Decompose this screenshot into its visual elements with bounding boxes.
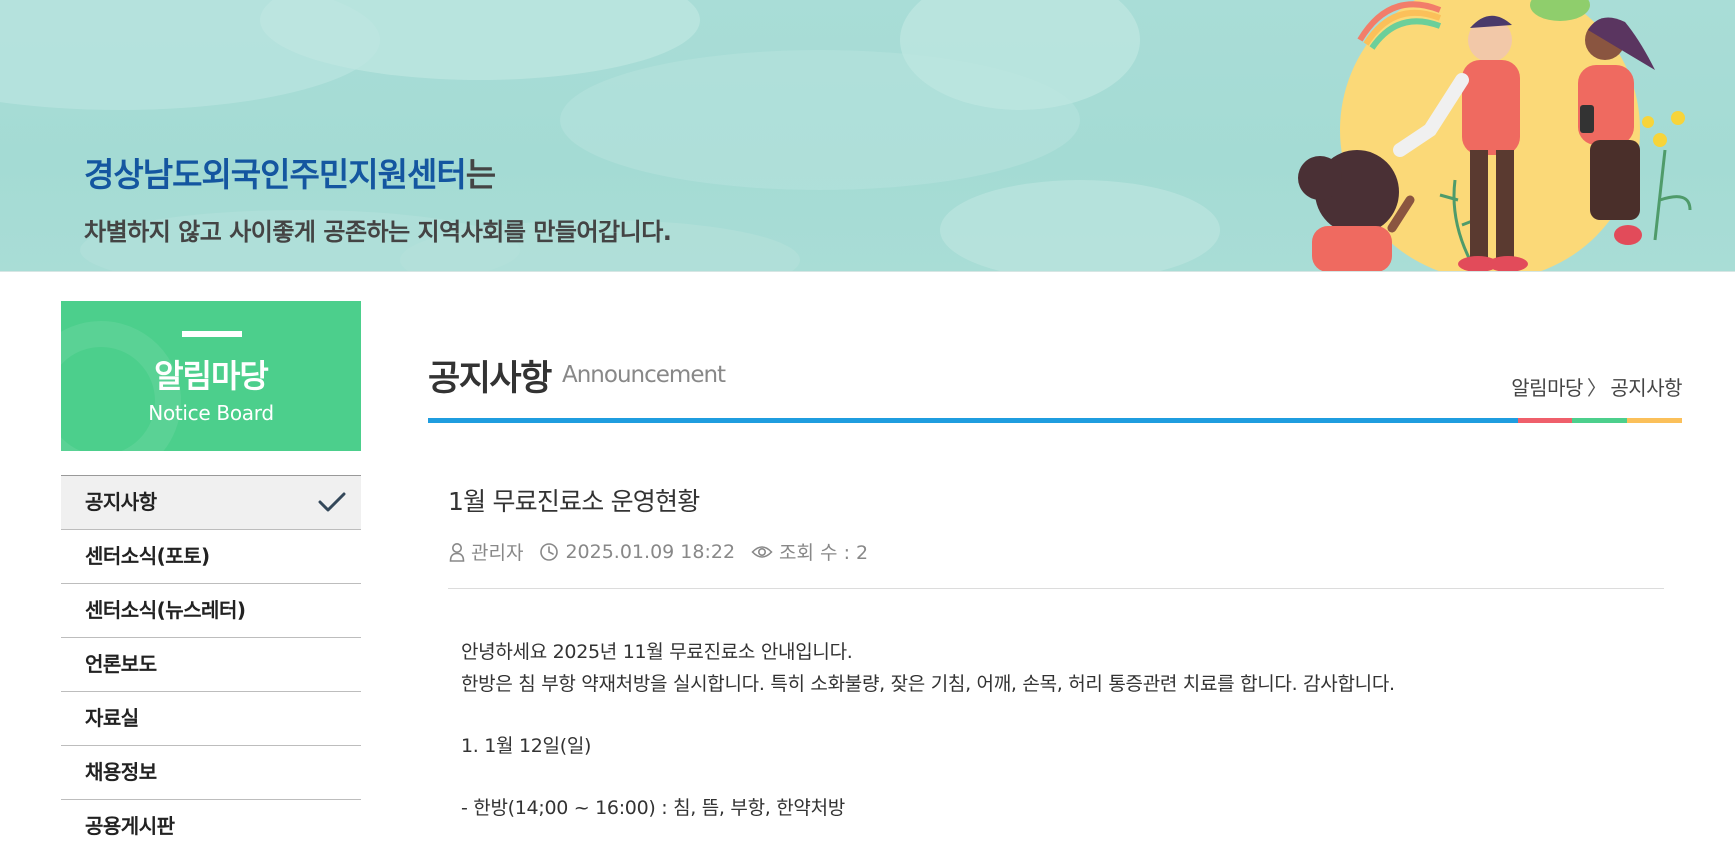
- sidebar-subtitle: Notice Board: [148, 401, 274, 425]
- page-title: 공지사항: [428, 359, 552, 399]
- title-underline-accent-yellow: [1627, 418, 1682, 423]
- sidebar-title: 알림마당: [154, 357, 269, 395]
- post-date-value: 2025.01.09 18:22: [565, 540, 736, 563]
- page-title-english: Announcement: [562, 362, 726, 388]
- sidebar-item-center-news-photo[interactable]: 센터소식(포토): [61, 529, 361, 583]
- breadcrumb-item-current[interactable]: 공지사항: [1610, 376, 1682, 400]
- post-views: 조회 수 : 2: [751, 538, 868, 565]
- eye-icon: [751, 545, 773, 558]
- sidebar-item-center-news-newsletter[interactable]: 센터소식(뉴스레터): [61, 583, 361, 637]
- sidebar-item-archive[interactable]: 자료실: [61, 691, 361, 745]
- post-body-line: 1. 1월 12일(일): [461, 735, 592, 757]
- banner-text: 경상남도외국인주민지원센터는 차별하지 않고 사이좋게 공존하는 지역사회를 만…: [84, 148, 672, 247]
- sidebar-header: 알림마당 Notice Board: [61, 301, 361, 451]
- post-date: 2025.01.09 18:22: [539, 541, 735, 563]
- post-meta: 관리자 2025.01.09 18:22 조회 수 : 2: [449, 538, 884, 565]
- banner-org-name: 경상남도외국인주민지원센터: [84, 155, 467, 194]
- post-body-line: 한방은 침 부항 약재처방을 실시합니다. 특히 소화불량, 잦은 기침, 어깨…: [461, 673, 1395, 695]
- sidebar-item-label: 채용정보: [85, 760, 157, 784]
- user-icon: [449, 542, 465, 562]
- sidebar-item-notice[interactable]: 공지사항: [61, 475, 361, 529]
- post-body-line: - 한방(14;00 ~ 16:00) : 침, 뜸, 부항, 한약처방: [461, 797, 845, 819]
- post-body: 안녕하세요 2025년 11월 무료진료소 안내입니다. 한방은 침 부항 약재…: [461, 636, 1661, 824]
- sidebar-item-jobs[interactable]: 채용정보: [61, 745, 361, 799]
- post-views-value: 조회 수 : 2: [779, 542, 869, 564]
- sidebar-item-label: 공용게시판: [85, 814, 175, 838]
- check-icon: [318, 492, 346, 512]
- post-author: 관리자: [449, 538, 523, 565]
- sidebar-item-public-board[interactable]: 공용게시판: [61, 799, 361, 841]
- top-banner: 경상남도외국인주민지원센터는 차별하지 않고 사이좋게 공존하는 지역사회를 만…: [0, 0, 1735, 272]
- banner-org-suffix: 는: [465, 155, 496, 194]
- clock-icon: [540, 542, 559, 561]
- sidebar-item-label: 공지사항: [85, 490, 157, 514]
- post-divider: [448, 588, 1664, 589]
- sidebar-item-label: 언론보도: [85, 652, 157, 676]
- sidebar-menu: 공지사항 센터소식(포토) 센터소식(뉴스레터) 언론보도 자료실 채용정보 공…: [61, 475, 361, 841]
- breadcrumb: 알림마당 〉 공지사항: [1511, 372, 1682, 401]
- sidebar-item-label: 센터소식(포토): [85, 544, 210, 568]
- breadcrumb-item-notice-board[interactable]: 알림마당: [1511, 376, 1583, 400]
- sidebar-item-label: 자료실: [85, 706, 139, 730]
- sidebar-header-bar: [182, 331, 242, 337]
- post-body-line: 안녕하세요 2025년 11월 무료진료소 안내입니다.: [461, 641, 853, 663]
- banner-headline: 경상남도외국인주민지원센터는: [84, 148, 671, 196]
- title-underline-accent-red: [1518, 418, 1572, 423]
- banner-tagline: 차별하지 않고 사이좋게 공존하는 지역사회를 만들어갑니다.: [84, 218, 672, 246]
- post-body-blank-line: [461, 700, 1661, 730]
- post-author-name: 관리자: [471, 542, 524, 564]
- breadcrumb-separator-icon: 〉: [1586, 376, 1607, 400]
- post-body-blank-line: [461, 762, 1661, 792]
- title-underline-accent-green: [1572, 418, 1627, 423]
- post-title: 1월 무료진료소 운영현황: [448, 487, 700, 516]
- sidebar-item-label: 센터소식(뉴스레터): [85, 598, 246, 622]
- title-underline: [428, 418, 1682, 423]
- sidebar-item-press[interactable]: 언론보도: [61, 637, 361, 691]
